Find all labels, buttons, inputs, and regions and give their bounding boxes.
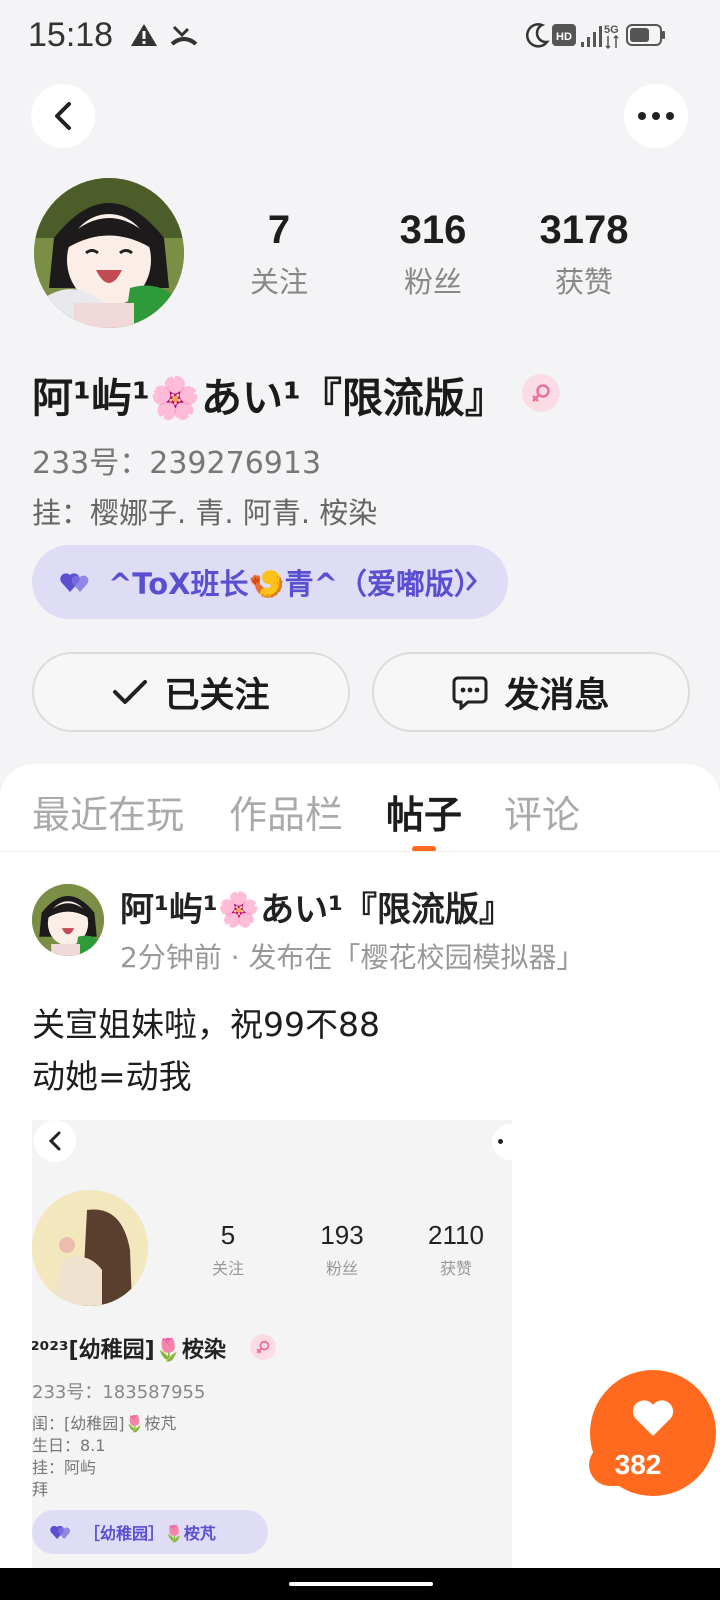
more-dots-icon xyxy=(492,1124,512,1160)
stat-likes[interactable]: 3178 获赞 xyxy=(524,208,644,301)
group-link-label: ^ToX班长🍤青^（爱嘟版） xyxy=(108,567,483,601)
stat-value: 193 xyxy=(320,1220,364,1250)
home-indicator[interactable] xyxy=(289,1582,433,1586)
post-text-line: 关宣姐妹啦，祝99不88 xyxy=(32,1005,380,1044)
post-text-line: 动她=动我 xyxy=(32,1057,192,1096)
svg-text:5G: 5G xyxy=(604,24,619,36)
stat-value: 2110 xyxy=(428,1220,484,1250)
send-message-label: 发消息 xyxy=(504,675,610,716)
battery-icon xyxy=(626,24,665,46)
avatar-image xyxy=(34,178,184,328)
divider xyxy=(0,851,720,852)
stat-value: 3178 xyxy=(539,208,629,252)
checkmark-icon xyxy=(113,680,148,704)
post-author-avatar[interactable] xyxy=(32,884,104,956)
embedded-line: 生日：8.1 xyxy=(32,1436,106,1455)
embedded-group-pill: ［幼稚园］🌷桉芃 xyxy=(32,1510,268,1554)
followed-button[interactable]: 已关注 xyxy=(32,652,350,732)
status-bar: 15:18 HD 5G xyxy=(0,0,720,78)
5g-icon: 5G xyxy=(604,24,619,50)
embedded-name: ²⁰²³[幼稚园]🌷桉染 xyxy=(32,1338,227,1363)
chat-bubble-icon xyxy=(452,676,488,710)
post-author-name[interactable]: 阿¹屿¹🌸あい¹『限流版』 xyxy=(120,882,513,931)
double-heart-icon xyxy=(50,1525,71,1540)
avatar-image xyxy=(32,884,104,956)
svg-text:HD: HD xyxy=(556,31,572,43)
embedded-stat: 5 关注 xyxy=(183,1220,273,1279)
chevron-left-icon xyxy=(34,1120,76,1162)
like-count: 382 xyxy=(589,1444,687,1486)
signal-icon xyxy=(581,26,602,47)
stat-label: 获赞 xyxy=(554,265,613,299)
profile-avatar[interactable] xyxy=(34,178,184,328)
stat-label: 获赞 xyxy=(439,1259,472,1278)
back-button[interactable] xyxy=(31,84,95,148)
chevron-right-icon xyxy=(466,571,477,591)
moon-icon xyxy=(526,23,550,48)
embedded-line: 闺：[幼稚园]🌷桉芃 xyxy=(32,1414,177,1433)
status-time: 15:18 xyxy=(28,16,114,54)
tab-comments[interactable]: 评论 xyxy=(504,784,580,839)
warning-icon xyxy=(131,24,157,46)
female-gender-icon xyxy=(522,374,560,412)
stat-following[interactable]: 7 关注 xyxy=(219,208,339,301)
profile-nickname: 阿¹屿¹🌸あい¹『限流版』 xyxy=(32,374,506,422)
stat-fans[interactable]: 316 粉丝 xyxy=(373,208,493,301)
stat-value: 5 xyxy=(220,1220,236,1250)
stat-label: 关注 xyxy=(211,1259,244,1278)
stat-value: 7 xyxy=(267,208,291,252)
heart-icon xyxy=(632,1400,674,1436)
tab-posts[interactable]: 帖子 xyxy=(386,784,462,839)
chevron-left-icon xyxy=(55,102,71,130)
embedded-stat: 2110 获赞 xyxy=(411,1220,501,1279)
embedded-stat: 193 粉丝 xyxy=(297,1220,387,1279)
user-id: 233号：239276913 xyxy=(32,446,322,481)
embedded-id: 233号：183587955 xyxy=(32,1382,206,1403)
profile-tagline: 挂：樱娜子. 青. 阿青. 桉染 xyxy=(32,496,378,530)
embedded-avatar xyxy=(32,1190,148,1306)
embedded-group-label: ［幼稚园］🌷桉芃 xyxy=(84,1524,216,1543)
post-image[interactable]: 5 关注 193 粉丝 2110 获赞 ²⁰²³[幼稚园]🌷桉染 233号：18… xyxy=(32,1120,512,1576)
stat-value: 316 xyxy=(399,208,467,252)
system-nav-bar xyxy=(0,1568,720,1600)
more-options-button[interactable] xyxy=(624,84,688,148)
stat-label: 粉丝 xyxy=(325,1259,358,1278)
embedded-line: 拜 xyxy=(32,1480,49,1499)
tab-recently-played[interactable]: 最近在玩 xyxy=(32,784,184,839)
hd-icon: HD xyxy=(552,24,576,46)
post-meta: 2分钟前 · 发布在「樱花校园模拟器」 xyxy=(120,941,585,974)
post-text[interactable]: 关宣姐妹啦，祝99不88 动她=动我 xyxy=(32,999,380,1103)
stat-label: 关注 xyxy=(249,265,308,299)
followed-button-label: 已关注 xyxy=(164,675,270,716)
female-gender-icon xyxy=(250,1334,276,1360)
tab-works[interactable]: 作品栏 xyxy=(229,784,343,839)
more-dots-icon xyxy=(638,112,674,120)
stat-label: 粉丝 xyxy=(403,265,462,299)
missed-call-icon xyxy=(170,25,198,46)
group-link[interactable]: ^ToX班长🍤青^（爱嘟版） xyxy=(32,545,508,619)
double-heart-icon xyxy=(60,573,89,592)
send-message-button[interactable]: 发消息 xyxy=(372,652,690,732)
embedded-line: 挂：阿屿 xyxy=(32,1458,97,1477)
